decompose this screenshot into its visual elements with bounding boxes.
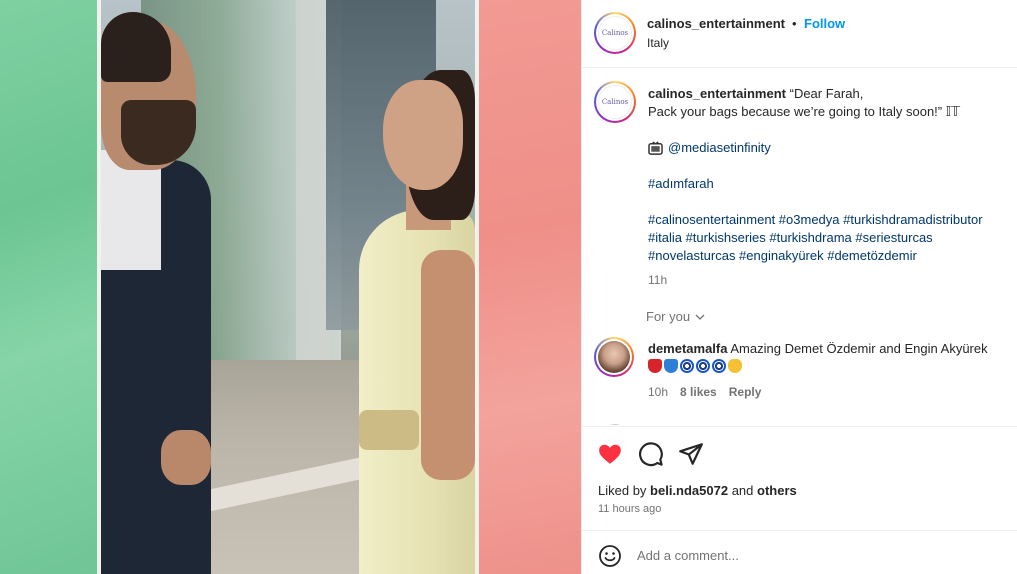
post-header: Calinos calinos_entertainment • Follow I… <box>582 0 1017 68</box>
chevron-down-icon <box>695 314 705 320</box>
woman-arm <box>421 250 475 480</box>
for-you-dropdown[interactable]: For you <box>646 309 706 324</box>
author-avatar[interactable]: Calinos <box>594 12 636 54</box>
nazar-amulet-icon <box>680 359 694 373</box>
mention-link[interactable]: @mediasetinfinity <box>668 139 771 157</box>
author-username[interactable]: calinos_entertainment <box>647 16 785 31</box>
reply-button[interactable]: Reply <box>729 385 762 399</box>
caption-avatar[interactable]: Calinos <box>594 81 636 123</box>
post-photo <box>101 0 475 574</box>
profile-photo <box>598 341 630 373</box>
post-image[interactable] <box>0 0 581 574</box>
blue-heart-icon <box>664 359 678 373</box>
comment-bubble-icon[interactable] <box>638 441 664 467</box>
liked-by-prefix: Liked by <box>598 483 651 498</box>
emoji-smiley-icon[interactable] <box>598 544 622 568</box>
caption-timestamp: 11h <box>648 273 668 287</box>
post-side-panel: Calinos calinos_entertainment • Follow I… <box>581 0 1017 574</box>
separator-dot: • <box>792 16 797 31</box>
post-timestamp[interactable]: 11 hours ago <box>598 503 661 515</box>
comment-composer <box>582 530 1017 574</box>
calinos-logo-icon: Calinos <box>598 85 632 119</box>
share-paper-plane-icon[interactable] <box>678 441 704 467</box>
liked-by-others[interactable]: others <box>757 483 797 498</box>
calinos-logo-icon: Calinos <box>598 16 632 50</box>
clapping-hands-icon <box>728 359 742 373</box>
man-hands <box>161 430 211 485</box>
next-comment-avatar <box>610 424 620 425</box>
caption-text-line: Pack your bags because we’re going to It… <box>648 104 961 119</box>
comment-text: Amazing Demet Özdemir and Engin Akyürek <box>727 341 988 356</box>
for-you-label: For you <box>646 309 691 324</box>
red-flag-band <box>479 0 581 574</box>
hashtag-links[interactable]: #calinosentertainment #o3medya #turkishd… <box>648 211 1016 229</box>
nazar-amulet-icon <box>712 359 726 373</box>
hashtag-link[interactable]: #adımfarah <box>648 175 1016 193</box>
liked-by-user[interactable]: beli.nda5072 <box>650 483 728 498</box>
caption-username[interactable]: calinos_entertainment <box>648 86 786 101</box>
post-actions: Liked by beli.nda5072 and others 11 hour… <box>582 426 1017 530</box>
follow-button[interactable]: Follow <box>804 16 845 31</box>
commenter-avatar[interactable] <box>594 337 634 377</box>
caption-text: “Dear Farah, <box>786 86 864 101</box>
broken-heart-icon <box>648 359 662 373</box>
woman-head <box>383 80 463 190</box>
nazar-amulet-icon <box>696 359 710 373</box>
add-comment-input[interactable] <box>637 543 967 567</box>
green-flag-band <box>0 0 97 574</box>
comment-emojis <box>648 358 1017 376</box>
comment-likes[interactable]: 8 likes <box>680 385 717 399</box>
woman-belt <box>359 410 419 450</box>
liked-by-text: Liked by beli.nda5072 and others <box>598 483 797 498</box>
post-caption: calinos_entertainment “Dear Farah, Pack … <box>648 85 1016 289</box>
like-heart-icon[interactable] <box>597 441 623 467</box>
comment-timestamp: 10h <box>648 385 669 399</box>
post-location[interactable]: Italy <box>647 36 669 50</box>
liked-by-and: and <box>728 483 758 498</box>
comments-section[interactable]: Calinos calinos_entertainment “Dear Fara… <box>582 69 1017 425</box>
commenter-username[interactable]: demetamalfa <box>648 341 727 356</box>
hashtag-links[interactable]: #novelasturcas #enginakyürek #demetözdem… <box>648 247 1016 265</box>
hashtag-links[interactable]: #italia #turkishseries #turkishdrama #se… <box>648 229 1016 247</box>
tv-icon <box>648 141 663 155</box>
